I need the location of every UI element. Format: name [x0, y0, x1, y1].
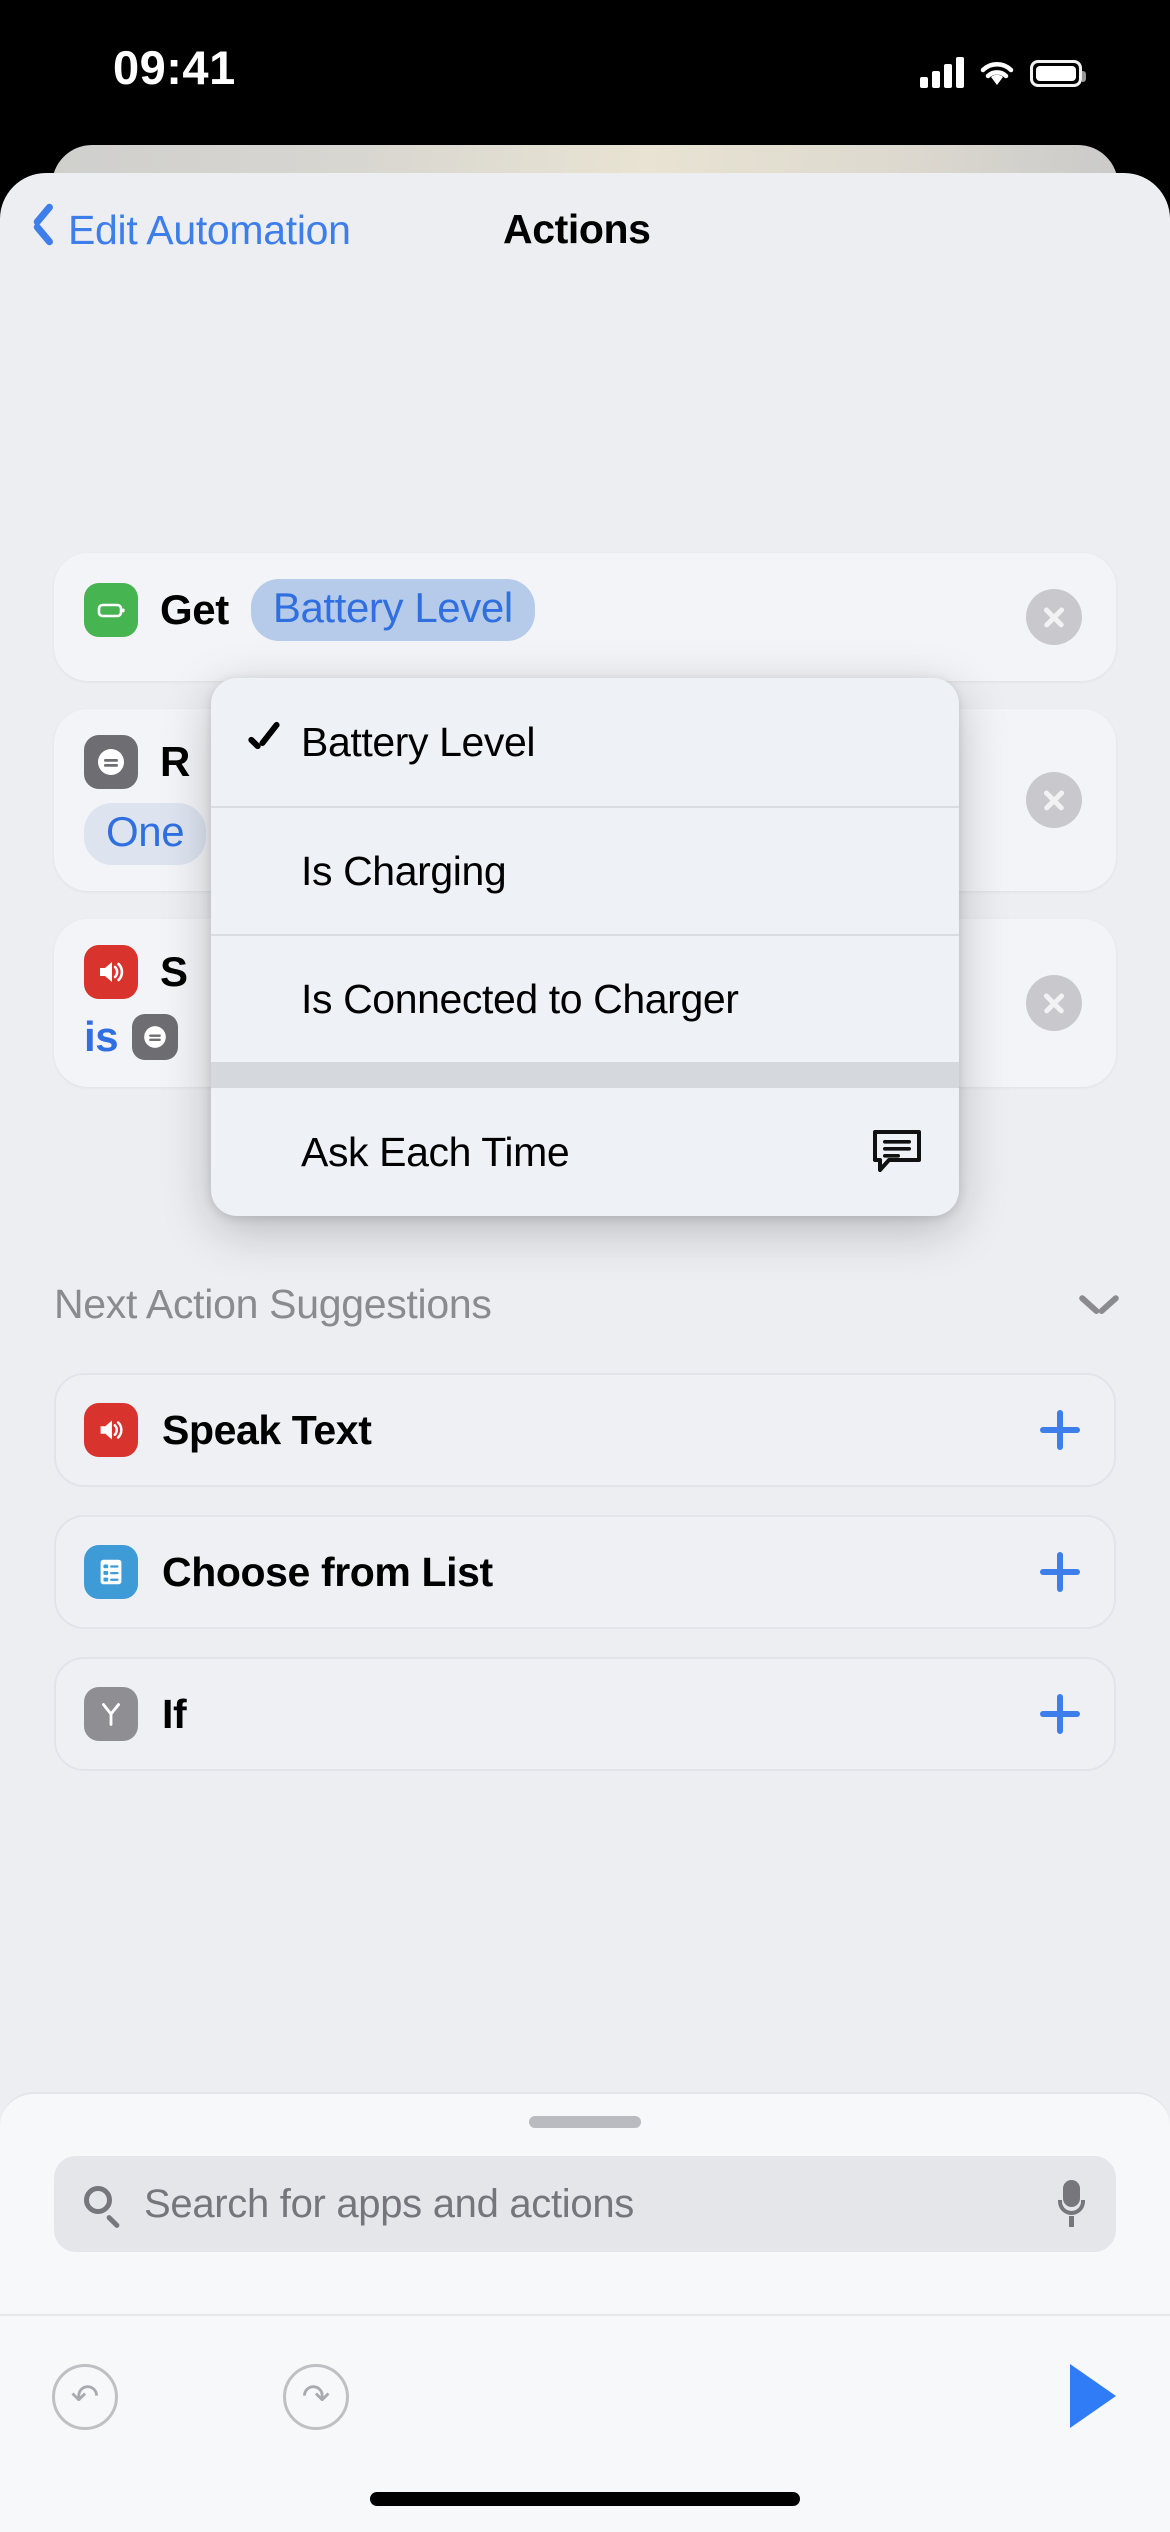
status-time: 09:41: [113, 41, 236, 94]
menu-item-label: Is Charging: [301, 847, 507, 894]
list-item[interactable]: Speak Text: [54, 1373, 1116, 1487]
redo-glyph: ↷: [301, 2377, 331, 2417]
speaker-icon: [84, 1403, 138, 1457]
search-input[interactable]: Search for apps and actions: [54, 2156, 1116, 2252]
plus-icon[interactable]: [1040, 1410, 1080, 1450]
redo-icon[interactable]: ↷: [283, 2364, 349, 2430]
speaker-icon: [84, 945, 138, 999]
equals-circle-icon: [84, 735, 138, 789]
suggestions-title: Next Action Suggestions: [54, 1281, 492, 1327]
menu-item-is-charging[interactable]: Is Charging: [211, 806, 959, 934]
list-item-label: If: [162, 1690, 187, 1737]
cellular-signal-icon: [920, 56, 964, 88]
menu-item-battery-level[interactable]: Battery Level: [211, 678, 959, 806]
close-circle-icon[interactable]: [1026, 975, 1082, 1031]
list-item-label: Speak Text: [162, 1406, 372, 1453]
menu-item-label: Is Connected to Charger: [301, 975, 739, 1022]
undo-icon[interactable]: ↶: [52, 2364, 118, 2430]
sheet-grabber[interactable]: [529, 2116, 641, 2128]
action-search-sheet: Search for apps and actions ↶ ↷: [0, 2092, 1170, 2532]
back-button[interactable]: Edit Automation: [32, 207, 351, 254]
close-circle-icon[interactable]: [1026, 589, 1082, 645]
action-verb: R: [160, 738, 190, 785]
page-title: Actions: [503, 206, 651, 252]
equals-circle-icon[interactable]: [132, 1014, 179, 1060]
back-button-label: Edit Automation: [68, 207, 351, 253]
list-item-label: Choose from List: [162, 1548, 493, 1595]
menu-item-label: Ask Each Time: [301, 1128, 570, 1175]
editor-toolbar: ↶ ↷: [0, 2314, 1170, 2532]
menu-item-ask-each-time[interactable]: Ask Each Time: [211, 1088, 959, 1216]
menu-separator: [211, 1062, 959, 1088]
search-placeholder: Search for apps and actions: [144, 2181, 634, 2226]
branch-icon: [84, 1687, 138, 1741]
chevron-left-icon: [32, 212, 54, 250]
actions-sheet: Edit Automation Actions Get Battery Leve…: [0, 173, 1170, 2532]
action-condition-word: is: [84, 1013, 119, 1060]
parameter-dropdown-menu: Battery Level Is Charging Is Connected t…: [211, 678, 959, 1216]
plus-icon[interactable]: [1040, 1552, 1080, 1592]
action-verb: Get: [160, 586, 229, 633]
action-verb: S: [160, 948, 188, 995]
menu-item-is-connected-to-charger[interactable]: Is Connected to Charger: [211, 934, 959, 1062]
suggestion-list: Speak Text Choose from List If: [0, 1373, 1170, 1799]
undo-glyph: ↶: [70, 2377, 100, 2417]
status-indicators: [920, 48, 1086, 88]
action-card-row: Get Battery Level: [84, 579, 1086, 641]
close-circle-icon[interactable]: [1026, 772, 1082, 828]
list-item[interactable]: If: [54, 1657, 1116, 1771]
battery-icon: [1030, 60, 1086, 87]
status-bar: 09:41: [0, 0, 1170, 145]
play-icon[interactable]: [1070, 2364, 1116, 2428]
microphone-icon[interactable]: [1056, 2180, 1086, 2228]
search-icon: [84, 2186, 121, 2229]
plus-icon[interactable]: [1040, 1694, 1080, 1734]
speech-bubble-icon: [871, 1126, 923, 1179]
home-indicator: [370, 2492, 800, 2506]
action-parameter-token[interactable]: One: [84, 803, 207, 865]
next-action-suggestions-header[interactable]: Next Action Suggestions: [54, 1281, 1116, 1328]
menu-item-label: Battery Level: [301, 718, 536, 765]
checkmark-icon: [245, 725, 279, 759]
wifi-icon: [978, 58, 1016, 88]
battery-icon: [84, 583, 138, 637]
phone-screen: 09:41 Edit Automation Actions Get Batter…: [0, 0, 1170, 2532]
list-item[interactable]: Choose from List: [54, 1515, 1116, 1629]
list-icon: [84, 1545, 138, 1599]
action-parameter-token[interactable]: Battery Level: [250, 579, 535, 641]
navigation-bar: Edit Automation Actions: [0, 173, 1170, 303]
chevron-down-icon[interactable]: [1082, 1294, 1116, 1316]
action-card[interactable]: Get Battery Level: [54, 553, 1116, 681]
